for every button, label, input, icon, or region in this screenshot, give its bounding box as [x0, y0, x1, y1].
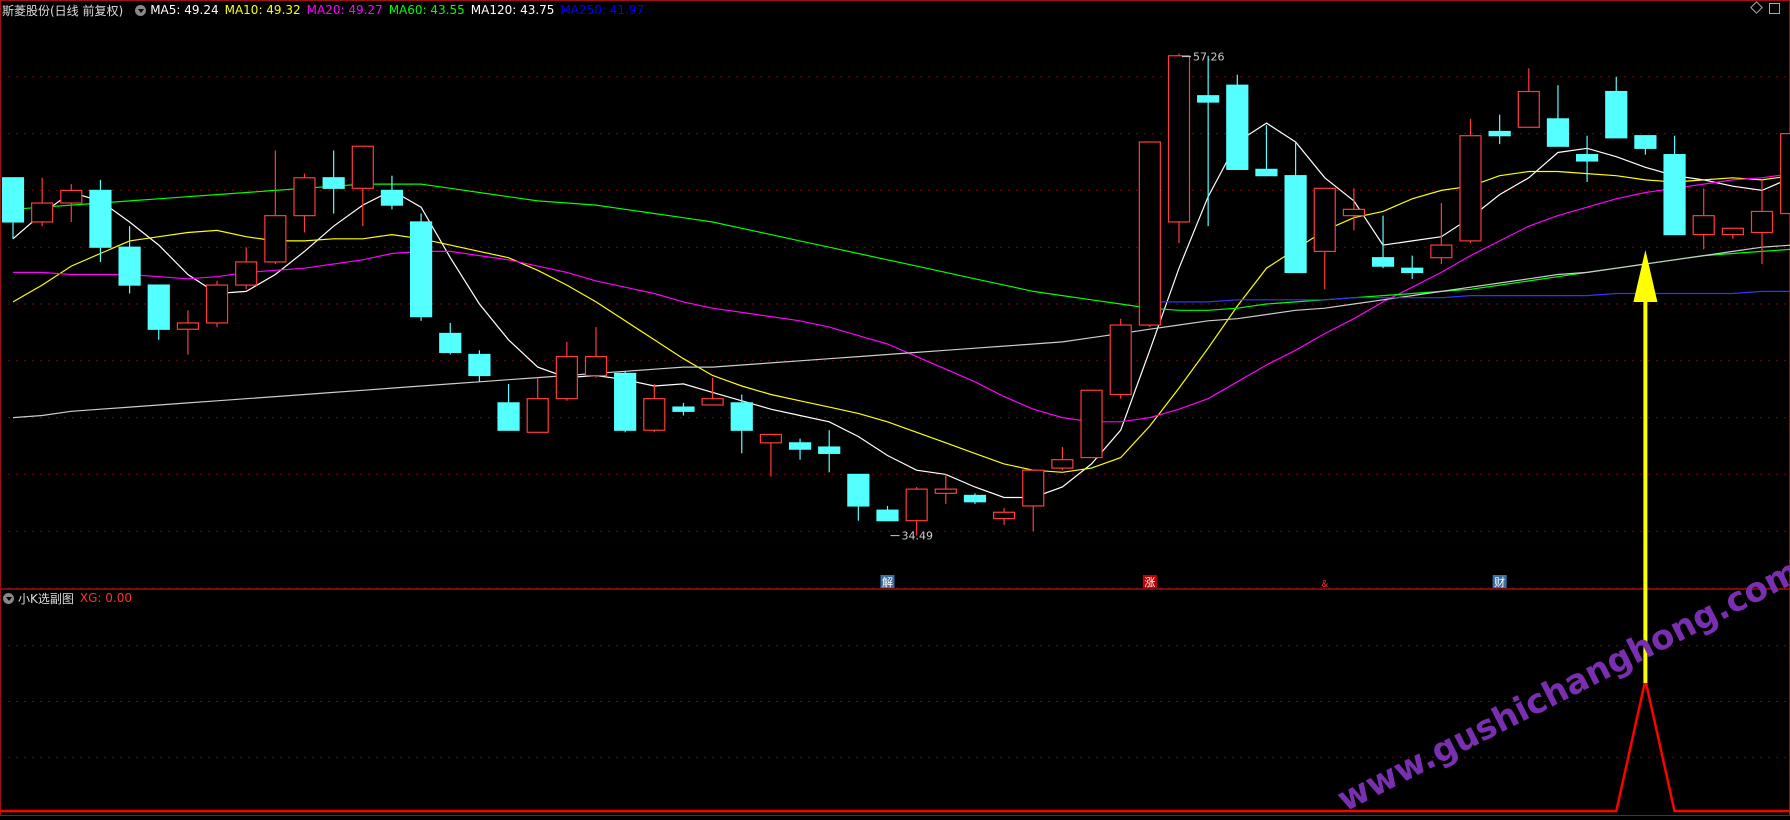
ma-line-ma5 — [12, 122, 1790, 499]
candle-body[interactable] — [1167, 55, 1191, 223]
candle-body[interactable] — [643, 398, 666, 431]
xg-value: XG: 0.00 — [79, 591, 132, 605]
candle-body[interactable] — [1459, 135, 1482, 242]
diamond-icon[interactable] — [1750, 1, 1763, 14]
chart-canvas[interactable]: 57.26 34.49 解 涨 ﹠ 财www.gushichanghong.com — [0, 0, 1790, 820]
candle-body[interactable] — [31, 202, 54, 223]
event-marker[interactable]: 涨 — [1144, 576, 1155, 589]
candle-body[interactable] — [1750, 210, 1774, 234]
candle-body[interactable] — [934, 488, 957, 494]
candle-body[interactable] — [1692, 215, 1715, 236]
candle-body[interactable] — [147, 284, 170, 330]
ma-label-2: MA20: 49.27 — [306, 3, 383, 17]
candle-body[interactable] — [176, 322, 199, 330]
indicator-name[interactable]: 小K选副图 — [18, 590, 74, 607]
candle-body[interactable] — [526, 398, 549, 433]
ma-label-5: MA250: 41.97 — [560, 3, 645, 17]
signal-arrow-head — [1633, 250, 1658, 302]
candle-body[interactable] — [584, 355, 608, 377]
ma-label-0: MA5: 49.24 — [150, 3, 219, 17]
candle-body[interactable] — [410, 221, 433, 318]
candle-body[interactable] — [1, 177, 25, 223]
candle-body[interactable] — [555, 355, 578, 400]
chart-stage[interactable]: 57.26 34.49 解 涨 ﹠ 财 www.gushichanghong.com — [0, 0, 1790, 820]
candle-body[interactable] — [118, 246, 141, 286]
candle-body[interactable] — [497, 402, 520, 431]
candle-body[interactable] — [1080, 389, 1103, 459]
main-chart-header: 斯菱股份(日线 前复权) MA5: 49.24 MA10: 49.32 MA20: … — [0, 0, 650, 20]
candle-body[interactable] — [60, 189, 83, 204]
candle-body[interactable] — [847, 473, 870, 507]
candle-body[interactable] — [235, 261, 258, 286]
candle-body[interactable] — [876, 509, 899, 522]
candle-body[interactable] — [905, 488, 928, 522]
stock-title[interactable]: 斯菱股份(日线 前复权) — [2, 2, 123, 19]
candle-body[interactable] — [759, 433, 783, 444]
candle-body[interactable] — [351, 145, 374, 189]
price-annotation: 57.26 — [1193, 51, 1225, 64]
ma-line-ma250 — [1149, 290, 1790, 303]
candle-body[interactable] — [1138, 141, 1161, 326]
candle-body[interactable] — [1401, 267, 1424, 274]
candle-body[interactable] — [322, 177, 345, 189]
sub-chart-header: 小K选副图 XG: 0.00 — [0, 588, 138, 608]
candle-body[interactable] — [1051, 459, 1074, 469]
maximize-icon[interactable] — [1769, 3, 1780, 14]
ma-line-ma20 — [13, 173, 1790, 423]
candle-body[interactable] — [89, 189, 112, 248]
candle-body[interactable] — [701, 398, 724, 406]
candle-body[interactable] — [788, 442, 812, 450]
candle-body[interactable] — [468, 353, 491, 377]
candle-body[interactable] — [1255, 168, 1278, 177]
event-marker[interactable]: 解 — [882, 575, 893, 589]
ma-label-3: MA60: 43.55 — [388, 3, 465, 17]
candle-body[interactable] — [1575, 154, 1599, 162]
candle-body[interactable] — [963, 494, 987, 503]
candle-body[interactable] — [1197, 95, 1220, 103]
ma-line-ma120 — [12, 244, 1790, 419]
price-annotation: 34.49 — [902, 530, 934, 543]
candle-body[interactable] — [205, 284, 229, 324]
candle-body[interactable] — [1022, 469, 1045, 507]
window-controls — [1750, 1, 1780, 14]
candle-body[interactable] — [439, 332, 462, 353]
candle-body[interactable] — [992, 511, 1016, 520]
candle-body[interactable] — [1663, 154, 1686, 236]
candle-body[interactable] — [293, 177, 316, 217]
ma-legend: MA5: 49.24 MA10: 49.32 MA20: 49.27 MA60: 43… — [150, 3, 650, 17]
candle-body[interactable] — [1284, 175, 1307, 274]
candle-body[interactable] — [1634, 135, 1657, 149]
ma-label-1: MA10: 49.32 — [224, 3, 301, 17]
candle-body[interactable] — [1488, 130, 1511, 137]
candle-body[interactable] — [1342, 208, 1366, 217]
candle-body[interactable] — [1721, 227, 1744, 236]
event-marker[interactable]: 财 — [1494, 575, 1505, 589]
candle-body[interactable] — [672, 406, 695, 412]
candle-body[interactable] — [1546, 118, 1570, 147]
candle-body[interactable] — [818, 446, 841, 454]
candle-body[interactable] — [380, 189, 404, 206]
watermark-text: www.gushichanghong.com — [1331, 551, 1790, 816]
ma-label-4: MA120: 43.75 — [470, 3, 555, 17]
candle-body[interactable] — [1109, 324, 1132, 396]
candle-body[interactable] — [264, 215, 287, 263]
candle-body[interactable] — [614, 372, 637, 431]
candle-body[interactable] — [1371, 257, 1395, 267]
candle-body[interactable] — [1226, 84, 1249, 170]
candle-body[interactable] — [1517, 90, 1540, 128]
candle-body[interactable] — [1780, 133, 1790, 215]
dropdown-icon[interactable] — [3, 592, 14, 604]
candle-body[interactable] — [730, 402, 753, 431]
event-marker[interactable]: ﹠ — [1319, 576, 1330, 589]
candle-body[interactable] — [1313, 187, 1336, 253]
candle-body[interactable] — [1605, 90, 1628, 139]
dropdown-icon[interactable] — [135, 4, 147, 16]
candle-body[interactable] — [1430, 244, 1453, 259]
